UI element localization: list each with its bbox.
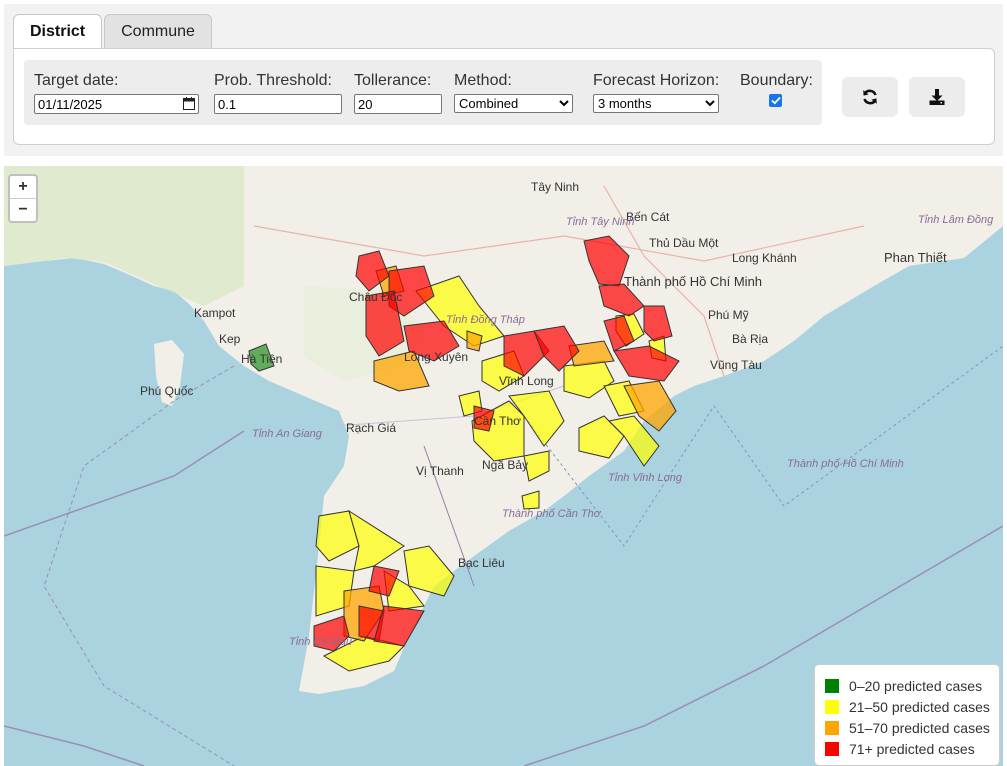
legend-item: 0–20 predicted cases	[825, 675, 999, 696]
map-label-tp-hcm-sea: Thành phố Hồ Chí Minh	[787, 458, 904, 470]
calendar-icon[interactable]	[183, 97, 195, 115]
tollerance-control: Tollerance:	[354, 72, 442, 114]
prob-threshold-input[interactable]	[214, 94, 342, 114]
map-label-vi-thanh: Vị Thanh	[416, 464, 464, 478]
map-label-tinh-tay-ninh: Tỉnh Tây Ninh	[566, 216, 635, 228]
sea-border-4	[43, 365, 235, 766]
prob-threshold-control: Prob. Threshold:	[214, 72, 342, 114]
legend-item: 21–50 predicted cases	[825, 696, 999, 717]
checkmark-icon	[770, 96, 781, 105]
forecast-horizon-control: Forecast Horizon: 3 months	[593, 72, 719, 113]
map-label-vung-tau: Vũng Tàu	[710, 358, 762, 372]
method-control: Method: Combined	[454, 72, 573, 113]
tollerance-label: Tollerance:	[354, 72, 432, 89]
map-label-tinh-lam-dong: Tỉnh Lâm Đồng	[918, 214, 994, 226]
map-label-vinh-long: Vĩnh Long	[499, 374, 554, 388]
map-label-thu-dau-mot: Thủ Dầu Một	[649, 236, 719, 250]
forecast-horizon-label: Forecast Horizon:	[593, 72, 720, 89]
legend-swatch	[825, 741, 839, 756]
map-label-rach-gia: Rạch Giá	[346, 421, 397, 435]
sea-border-2	[4, 725, 145, 766]
target-date-input[interactable]	[34, 94, 199, 114]
target-date-label: Target date:	[34, 72, 119, 89]
cambodia-green	[4, 166, 244, 306]
map-label-ba-ria: Bà Rịa	[732, 332, 769, 346]
legend-swatch	[825, 678, 839, 693]
map-label-tinh-an-giang: Tỉnh An Giang	[252, 428, 322, 440]
method-label: Method:	[454, 72, 512, 89]
tab-commune[interactable]: Commune	[104, 14, 212, 48]
legend-item: 51–70 predicted cases	[825, 717, 999, 738]
legend-label: 51–70 predicted cases	[849, 719, 990, 736]
tollerance-input[interactable]	[354, 94, 442, 114]
map-label-tinh-dong-thap: Tỉnh Đồng Tháp	[446, 314, 525, 326]
refresh-button[interactable]	[842, 77, 898, 117]
map-label-phan-thiet: Phan Thiết	[884, 250, 947, 265]
legend-swatch	[825, 720, 839, 735]
target-date-control: Target date:	[34, 72, 199, 114]
map-label-phu-my: Phú Mỹ	[708, 308, 749, 322]
forecast-horizon-select[interactable]: 3 months	[593, 94, 719, 113]
map-label-tp-hcm: Thành phố Hồ Chí Minh	[624, 274, 763, 289]
download-button[interactable]	[909, 77, 965, 117]
tab-bar: District Commune	[13, 14, 214, 49]
boundary-checkbox[interactable]	[769, 94, 782, 107]
tab-district[interactable]: District	[13, 14, 103, 49]
map-label-chau-doc: Châu Đốc	[349, 290, 403, 304]
map-label-kep: Kep	[219, 332, 241, 346]
map-label-tp-can-tho: Thành phố Cần Thơ	[502, 508, 601, 520]
map-label-tinh-ca-mau: Tỉnh Cà Mau	[289, 636, 352, 648]
legend-item: 71+ predicted cases	[825, 738, 999, 759]
refresh-icon	[863, 89, 877, 105]
map-label-nga-bay: Ngã Bảy	[482, 458, 529, 472]
legend: 0–20 predicted cases 21–50 predicted cas…	[814, 664, 1000, 766]
sea-border-1	[4, 430, 245, 537]
map-label-tay-ninh: Tây Ninh	[531, 180, 580, 194]
map-label-bac-lieu: Bạc Liêu	[458, 556, 505, 570]
zoom-out-button[interactable]: −	[10, 198, 36, 221]
legend-label: 21–50 predicted cases	[849, 698, 990, 715]
map-label-ha-tien: Hà Tiên	[241, 352, 283, 366]
map-label-phu-quoc: Phú Quốc	[140, 384, 194, 398]
map-label-kampot: Kampot	[194, 306, 236, 320]
map-label-tinh-vinh-long: Tỉnh Vĩnh Long	[608, 472, 682, 484]
download-icon	[929, 89, 945, 105]
map-label-can-tho: Cần Thơ	[474, 414, 522, 428]
map-label-long-khanh: Long Khánh	[732, 251, 797, 265]
map-label-long-xuyen: Long Xuyên	[404, 350, 469, 364]
zoom-in-button[interactable]: +	[10, 176, 36, 198]
boundary-control: Boundary:	[740, 72, 813, 107]
prob-threshold-label: Prob. Threshold:	[214, 72, 332, 89]
legend-label: 0–20 predicted cases	[849, 677, 983, 694]
boundary-label: Boundary:	[740, 72, 813, 89]
legend-label: 71+ predicted cases	[849, 740, 975, 757]
legend-swatch	[825, 699, 839, 714]
method-select[interactable]: Combined	[454, 94, 573, 113]
zoom-control: + −	[8, 174, 38, 223]
